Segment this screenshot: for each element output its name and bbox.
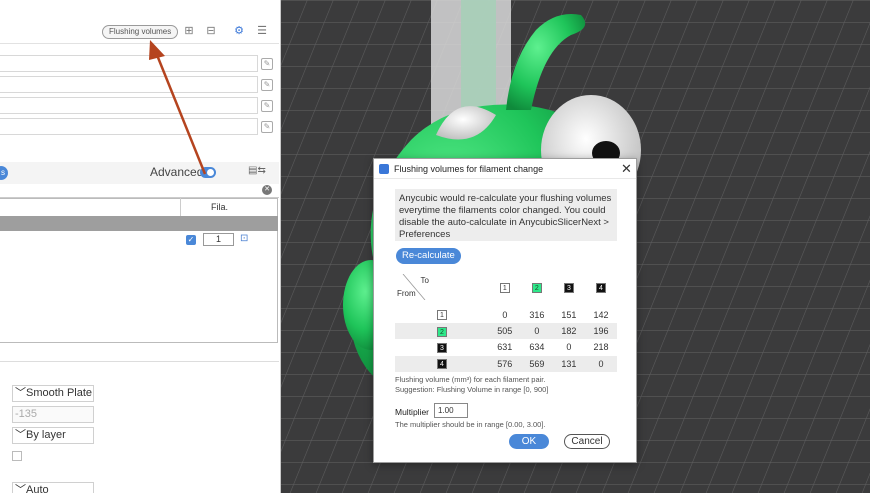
matrix-cell[interactable]: 576 xyxy=(488,355,521,372)
flushing-volumes-dialog: Flushing volumes for filament change ✕ A… xyxy=(373,158,637,463)
advanced-toggle[interactable] xyxy=(200,167,216,178)
recalculate-button[interactable]: Re-calculate xyxy=(396,248,461,264)
multiplier-label: Multiplier xyxy=(395,407,430,417)
matrix-row: 1 0 316 151 142 xyxy=(395,307,617,323)
filament-field-3[interactable] xyxy=(0,97,258,114)
advanced-label: Advanced xyxy=(150,165,204,179)
table-header-fila: Fila. xyxy=(180,198,278,216)
matrix-cell[interactable]: 505 xyxy=(488,322,521,340)
to-filament-1: 1 xyxy=(489,268,521,307)
matrix-cell[interactable]: 316 xyxy=(521,307,553,323)
ok-button[interactable]: OK xyxy=(509,434,549,449)
sequence-value: By layer xyxy=(26,429,66,441)
filament-number-input[interactable]: 1 xyxy=(203,233,234,246)
from-filament-3: 3 xyxy=(395,339,489,355)
matrix-cell[interactable]: 218 xyxy=(585,339,617,355)
flushing-matrix: To From 1 2 3 4 1 0 316 151 142 2 505 0 xyxy=(395,268,617,372)
flushing-volumes-button[interactable]: Flushing volumes xyxy=(102,25,179,39)
suggestion-note: Suggestion: Flushing Volume in range [0,… xyxy=(395,385,549,394)
app-logo-icon xyxy=(379,164,389,174)
to-filament-4: 4 xyxy=(585,268,617,307)
multiplier-input[interactable]: 1.00 xyxy=(434,403,468,418)
sequence-select[interactable]: ﹀By layer xyxy=(12,427,94,444)
filament-settings-icon[interactable]: ⚙ xyxy=(232,24,246,38)
table-group-row[interactable] xyxy=(0,216,278,231)
edit-icon[interactable]: ✎ xyxy=(261,121,273,133)
filament-chip: 1 xyxy=(499,282,510,293)
matrix-row: 3 631 634 0 218 xyxy=(395,339,617,355)
filament-field-4[interactable] xyxy=(0,118,258,135)
object-visible-checkbox[interactable]: ✓ xyxy=(186,235,196,245)
filament-chip: 4 xyxy=(595,282,606,293)
matrix-cell[interactable]: 151 xyxy=(553,307,585,323)
filament-chip: 4 xyxy=(436,359,447,370)
compare-icon[interactable]: ▤⇆ xyxy=(248,165,266,176)
matrix-cell[interactable]: 634 xyxy=(521,339,553,355)
add-filament-icon[interactable]: ⊞ xyxy=(182,24,196,38)
filament-field-2[interactable] xyxy=(0,76,258,93)
value-spin-field[interactable]: -135 xyxy=(12,406,94,423)
matrix-cell[interactable]: 131 xyxy=(552,355,585,372)
clear-search-icon[interactable]: ✕ xyxy=(262,185,272,195)
matrix-cell[interactable]: 0 xyxy=(584,355,617,372)
info-box: Anycubic would re-calculate your flushin… xyxy=(395,189,617,241)
object-settings-icon[interactable]: ⊡ xyxy=(240,233,248,244)
matrix-cell[interactable]: 631 xyxy=(489,339,521,355)
value-spin-text: -135 xyxy=(15,408,38,420)
flushing-note: Flushing volume (mm³) for each filament … xyxy=(395,375,546,384)
matrix-corner: To From xyxy=(395,268,489,307)
to-label: To xyxy=(420,276,429,286)
filament-chip: 2 xyxy=(531,282,542,293)
dialog-title: Flushing volumes for filament change xyxy=(394,164,544,174)
settings-search-input[interactable] xyxy=(0,184,279,198)
filament-chip: 2 xyxy=(436,326,447,337)
matrix-cell[interactable]: 142 xyxy=(585,307,617,323)
divider xyxy=(0,361,279,362)
matrix-cell[interactable]: 0 xyxy=(520,322,553,340)
filament-adjust-icon[interactable]: ☰ xyxy=(255,24,269,38)
matrix-cell[interactable]: 0 xyxy=(553,339,585,355)
edit-icon[interactable]: ✎ xyxy=(261,58,273,70)
from-filament-1: 1 xyxy=(395,307,489,323)
plate-type-select[interactable]: ﹀Smooth Plate xyxy=(12,385,94,402)
matrix-row: 2 505 0 182 196 xyxy=(395,322,617,340)
matrix-header-row: To From 1 2 3 4 xyxy=(395,268,617,307)
matrix-cell[interactable]: 182 xyxy=(552,322,585,340)
close-icon[interactable]: ✕ xyxy=(621,161,632,177)
plate-type-value: Smooth Plate xyxy=(26,387,93,399)
matrix-cell[interactable]: 196 xyxy=(584,322,617,340)
filament-chip: 3 xyxy=(563,282,574,293)
filament-field-1[interactable] xyxy=(0,55,258,72)
auto-select[interactable]: ﹀Auto xyxy=(12,482,94,493)
edit-icon[interactable]: ✎ xyxy=(261,79,273,91)
auto-value: Auto xyxy=(26,484,49,493)
to-filament-3: 3 xyxy=(553,268,585,307)
matrix-cell[interactable]: 569 xyxy=(520,355,553,372)
from-label: From xyxy=(397,289,416,299)
from-filament-4: 4 xyxy=(395,355,489,372)
matrix-row: 4 576 569 131 0 xyxy=(395,355,617,372)
cancel-button[interactable]: Cancel xyxy=(564,434,610,449)
matrix-cell[interactable]: 0 xyxy=(489,307,521,323)
plate-option-checkbox[interactable] xyxy=(12,451,22,461)
process-header xyxy=(0,162,279,184)
filament-chip: 3 xyxy=(436,342,447,353)
from-filament-2: 2 xyxy=(395,322,489,340)
slicer-window: Flushing volumes ⊞ ⊟ ⚙ ☰ ✎ ✎ ✎ ✎ s Advan… xyxy=(0,0,870,493)
multiplier-range-note: The multiplier should be in range [0.00,… xyxy=(395,420,546,429)
filament-chip: 1 xyxy=(436,310,447,321)
edit-icon[interactable]: ✎ xyxy=(261,100,273,112)
left-settings-panel: Flushing volumes ⊞ ⊟ ⚙ ☰ ✎ ✎ ✎ ✎ s Advan… xyxy=(0,0,281,493)
remove-filament-icon[interactable]: ⊟ xyxy=(204,24,218,38)
to-filament-2: 2 xyxy=(521,268,553,307)
